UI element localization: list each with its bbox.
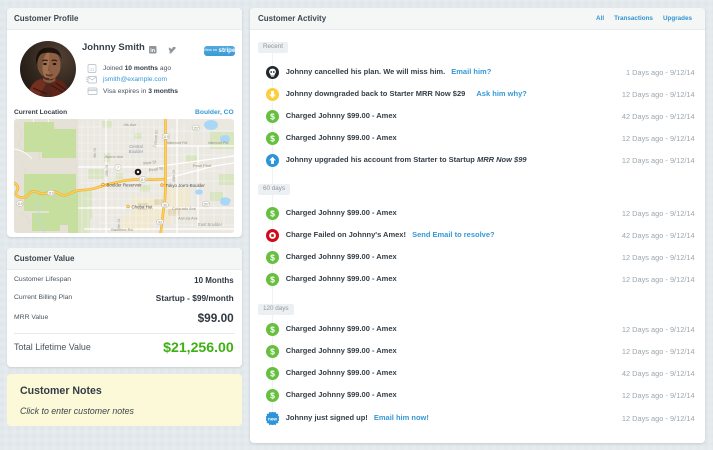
svg-text:93: 93	[158, 220, 162, 224]
svg-text:7: 7	[117, 166, 119, 170]
svg-text:new: new	[268, 416, 277, 421]
svg-text:Aurora Ave: Aurora Ave	[178, 216, 198, 221]
svg-text:119: 119	[140, 178, 146, 182]
svg-text:Cheba Hut: Cheba Hut	[132, 204, 154, 209]
svg-text:Boulder: Boulder	[129, 149, 144, 154]
svg-text:Valmont Rd: Valmont Rd	[167, 140, 188, 145]
svg-text:Valmont Rd: Valmont Rd	[208, 140, 229, 145]
svg-text:Boulder Reservoir: Boulder Reservoir	[107, 182, 143, 187]
svg-text:Colorado Ave: Colorado Ave	[172, 206, 197, 211]
svg-text:9th St: 9th St	[93, 147, 97, 158]
svg-text:in: in	[150, 48, 155, 54]
svg-text:31: 31	[89, 67, 95, 72]
svg-text:Tokyo Joe's-Boulder: Tokyo Joe's-Boulder	[166, 183, 206, 188]
svg-text:157: 157	[193, 126, 199, 130]
svg-text:9th St: 9th St	[117, 218, 121, 229]
svg-text:30th St: 30th St	[172, 169, 176, 182]
svg-text:$: $	[270, 208, 275, 218]
svg-text:$: $	[270, 324, 275, 334]
svg-text:$: $	[270, 274, 275, 284]
svg-text:$: $	[270, 112, 275, 122]
svg-text:Iris Ave: Iris Ave	[123, 122, 137, 127]
svg-text:$: $	[270, 390, 275, 400]
svg-text:East Boulder: East Boulder	[198, 222, 223, 227]
svg-text:Baseline Rd: Baseline Rd	[111, 227, 133, 232]
svg-text:15th St: 15th St	[105, 164, 109, 177]
svg-text:36: 36	[163, 203, 167, 207]
svg-text:$: $	[270, 368, 275, 378]
svg-text:$: $	[270, 252, 275, 262]
svg-text:$: $	[270, 134, 275, 144]
svg-text:$: $	[270, 346, 275, 356]
svg-text:Pearl Plort: Pearl Plort	[193, 163, 213, 168]
svg-text:119: 119	[17, 202, 23, 206]
svg-text:Alpine Ave: Alpine Ave	[105, 154, 125, 159]
svg-text:119: 119	[48, 191, 54, 195]
svg-text:157: 157	[203, 202, 209, 206]
svg-text:119: 119	[163, 135, 169, 139]
